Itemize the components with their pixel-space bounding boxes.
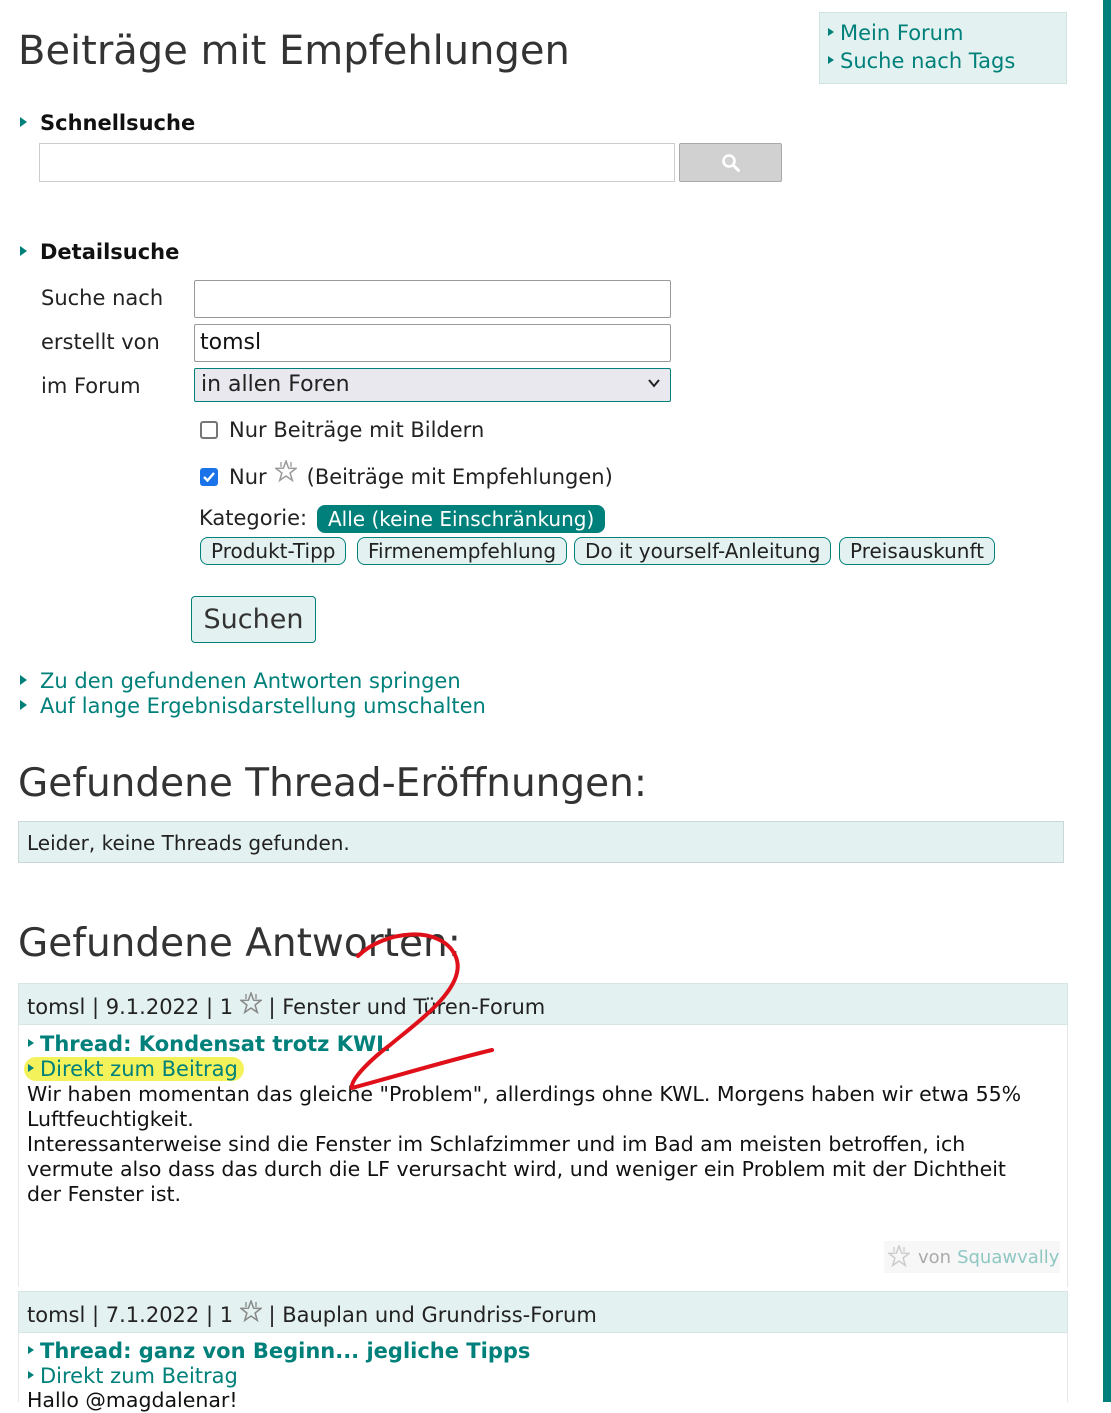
- long-results-toggle-link[interactable]: Auf lange Ergebnisdarstellung umschalten: [20, 694, 486, 718]
- post-text-line: Wir haben momentan das gleiche "Problem"…: [27, 1082, 1022, 1106]
- post-text: Wir haben momentan das gleiche "Problem"…: [27, 1082, 1057, 1207]
- result-recommendation-count: 1: [219, 1303, 234, 1327]
- direct-post-link[interactable]: Direkt zum Beitrag: [28, 1364, 238, 1388]
- post-text-line: vermute also dass das durch die LF verur…: [27, 1157, 1006, 1181]
- images-only-label: Nur Beiträge mit Bildern: [229, 418, 485, 442]
- category-pill-alle[interactable]: Alle (keine Einschränkung): [317, 505, 606, 533]
- checkmark-icon: [203, 472, 215, 483]
- label-im-forum: im Forum: [41, 374, 141, 398]
- bullet-icon: [828, 56, 834, 64]
- highlight-marker: Direkt zum Beitrag: [28, 1057, 244, 1081]
- quick-search-heading[interactable]: Schnellsuche: [20, 111, 195, 135]
- post-text-line: Interessanterweise sind die Fenster im S…: [27, 1132, 966, 1156]
- category-pill-firmenempfehlung[interactable]: Firmenempfehlung: [357, 537, 568, 565]
- category-pill-produkt-tipp[interactable]: Produkt-Tipp: [200, 537, 347, 565]
- quick-search-heading-text: Schnellsuche: [40, 111, 196, 135]
- result-author[interactable]: tomsl: [27, 995, 85, 1019]
- bullet-icon: [20, 675, 27, 685]
- result-author[interactable]: tomsl: [27, 1303, 85, 1327]
- category-pill-preisauskunft[interactable]: Preisauskunft: [839, 537, 995, 565]
- thread-link-text[interactable]: Thread: Kondensat trotz KWL: [40, 1032, 390, 1056]
- post-text-line: der Fenster ist.: [27, 1182, 182, 1206]
- forum-select[interactable]: in allen Foren: [194, 368, 671, 402]
- side-nav-box: Mein Forum Suche nach Tags: [819, 12, 1067, 84]
- recommendations-suffix: (Beiträge mit Empfehlungen): [306, 465, 613, 489]
- result-recommendation-count: 1: [219, 995, 234, 1019]
- quick-search-button[interactable]: [679, 143, 782, 182]
- images-only-checkbox[interactable]: [200, 421, 218, 439]
- detail-search-heading-text: Detailsuche: [40, 240, 180, 264]
- recommendation-star-icon: [239, 1300, 262, 1323]
- post-text-line: Luftfeuchtigkeit.: [27, 1107, 194, 1131]
- images-only-option[interactable]: Nur Beiträge mit Bildern: [200, 418, 484, 442]
- result-date: 9.1.2022: [105, 995, 200, 1019]
- recommendation-star-icon: [239, 992, 262, 1015]
- bullet-icon: [28, 1371, 34, 1379]
- direct-post-link-text[interactable]: Direkt zum Beitrag: [40, 1057, 238, 1081]
- submit-search-button[interactable]: Suchen: [191, 596, 316, 643]
- recommendation-star-icon: [274, 460, 297, 483]
- direct-post-link-text[interactable]: Direkt zum Beitrag: [40, 1364, 238, 1388]
- thread-link[interactable]: Thread: ganz von Beginn... jegliche Tipp…: [28, 1339, 530, 1363]
- threads-section-title: Gefundene Thread-Eröffnungen:: [18, 761, 647, 806]
- bullet-icon: [28, 1064, 34, 1072]
- label-erstellt-von: erstellt von: [41, 330, 160, 354]
- page-title: Beiträge mit Empfehlungen: [18, 28, 570, 74]
- detail-search-heading[interactable]: Detailsuche: [20, 240, 179, 264]
- quick-search-input[interactable]: [39, 143, 675, 182]
- thread-link-text[interactable]: Thread: ganz von Beginn... jegliche Tipp…: [40, 1339, 530, 1363]
- chevron-down-icon: [648, 379, 660, 388]
- thread-link[interactable]: Thread: Kondensat trotz KWL: [28, 1032, 390, 1056]
- result-header: tomsl | 7.1.2022 | 1 | Bauplan und Grund…: [18, 1291, 1068, 1333]
- direct-post-link[interactable]: Direkt zum Beitrag: [28, 1057, 244, 1081]
- recommendation-star-icon: [888, 1245, 910, 1268]
- answers-section-title: Gefundene Antworten:: [18, 921, 461, 966]
- bullet-icon: [828, 28, 834, 36]
- result-header: tomsl | 9.1.2022 | 1 | Fenster und Türen…: [18, 983, 1068, 1025]
- category-pill-diy-anleitung[interactable]: Do it yourself-Anleitung: [574, 537, 832, 565]
- search-icon: [721, 153, 740, 172]
- label-suche-nach: Suche nach: [41, 286, 164, 310]
- recommendations-prefix: Nur: [229, 465, 267, 489]
- recommended-by-badge: von Squawvally: [884, 1241, 1060, 1273]
- link-mein-forum[interactable]: Mein Forum: [840, 21, 963, 45]
- result-date: 7.1.2022: [105, 1303, 200, 1327]
- long-results-toggle-text[interactable]: Auf lange Ergebnisdarstellung umschalten: [40, 694, 486, 718]
- post-text: Hallo @magdalenar!: [27, 1388, 238, 1412]
- right-edge-bar: [1103, 0, 1111, 1402]
- category-label: Kategorie:: [199, 506, 308, 530]
- bullet-icon: [20, 700, 27, 710]
- result-forum[interactable]: Bauplan und Grundriss-Forum: [282, 1303, 597, 1327]
- recommended-by-prefix: von: [918, 1246, 952, 1268]
- forum-select-value: in allen Foren: [201, 372, 350, 397]
- expand-triangle-icon: [20, 246, 27, 256]
- jump-to-answers-text[interactable]: Zu den gefundenen Antworten springen: [40, 669, 461, 693]
- recommended-by-user[interactable]: Squawvally: [957, 1247, 1059, 1268]
- jump-to-answers-link[interactable]: Zu den gefundenen Antworten springen: [20, 669, 461, 693]
- bullet-icon: [28, 1346, 34, 1354]
- recommendations-only-checkbox[interactable]: [200, 468, 218, 486]
- no-threads-message: Leider, keine Threads gefunden.: [18, 821, 1064, 863]
- author-field[interactable]: tomsl: [194, 324, 671, 362]
- link-suche-nach-tags[interactable]: Suche nach Tags: [840, 49, 1015, 73]
- query-field[interactable]: [194, 280, 671, 318]
- recommendations-only-option[interactable]: Nur (Beiträge mit Empfehlungen): [200, 460, 613, 494]
- result-forum[interactable]: Fenster und Türen-Forum: [282, 995, 545, 1019]
- bullet-icon: [28, 1039, 34, 1047]
- expand-triangle-icon: [20, 117, 27, 127]
